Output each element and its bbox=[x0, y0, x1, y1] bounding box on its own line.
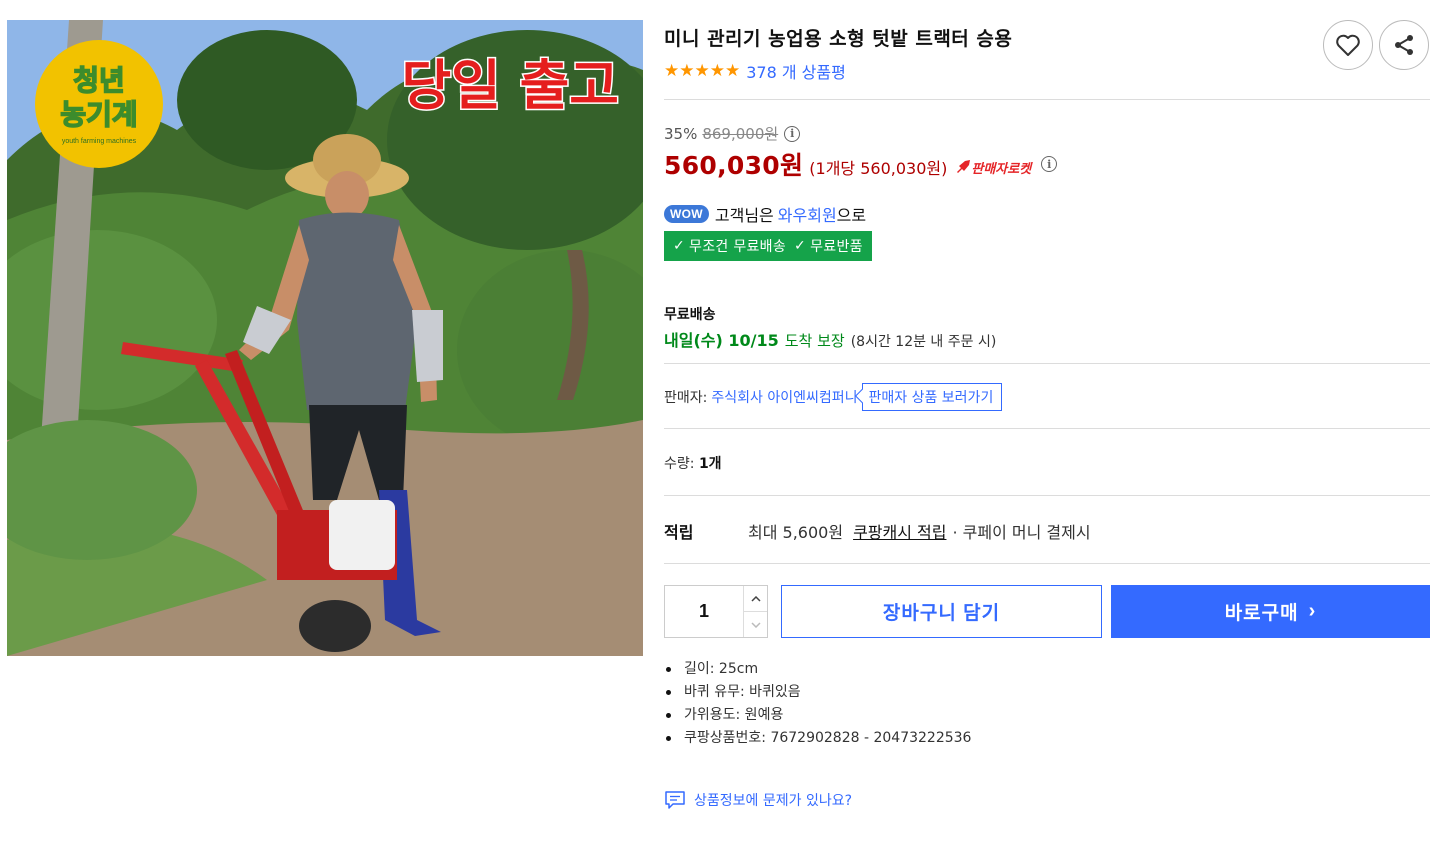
star-rating: ★ ★ ★ ★ ★ bbox=[664, 61, 740, 81]
chevron-right-icon: › bbox=[1308, 600, 1317, 622]
points-max: 최대 5,600원 bbox=[748, 523, 844, 542]
sale-price: 560,030원 bbox=[664, 151, 804, 180]
heart-icon bbox=[1336, 34, 1360, 56]
wow-member-label: 와우회원 bbox=[777, 206, 837, 225]
star-icon: ★ bbox=[725, 61, 741, 81]
star-icon: ★ bbox=[709, 61, 725, 81]
unit-price: (1개당 560,030원) bbox=[809, 159, 948, 178]
price-row: 560,030원 (1개당 560,030원) 판매자로켓 i bbox=[664, 146, 1058, 182]
wow-membership-row: WOW 고객님은 와우회원 으로 bbox=[664, 202, 866, 226]
product-image[interactable]: 청년 농기계 youth farming machines 당일 출고 bbox=[7, 20, 643, 656]
arrival-date: 내일(수) 10/15 bbox=[664, 331, 779, 350]
quantity-label: 수량: bbox=[664, 456, 695, 472]
info-icon[interactable]: i bbox=[784, 125, 801, 142]
report-label: 상품정보에 문제가 있나요? bbox=[694, 793, 853, 809]
free-shipping-benefit: 무조건 무료배송 bbox=[689, 239, 787, 255]
quantity-row: 수량: 1개 bbox=[664, 453, 722, 473]
wow-text-prefix: 고객님은 bbox=[714, 206, 774, 225]
seller-rocket-label: 판매자로켓 bbox=[971, 161, 1032, 177]
product-photo: 청년 농기계 youth farming machines 당일 출고 bbox=[7, 20, 643, 656]
star-icon: ★ bbox=[679, 61, 695, 81]
badge-line1: 청년 bbox=[73, 64, 125, 97]
seller-products-link[interactable]: 판매자 상품 보러가기 bbox=[861, 383, 1003, 411]
quantity-stepper bbox=[664, 585, 768, 638]
add-to-cart-button[interactable]: 장바구니 담기 bbox=[781, 585, 1102, 638]
discount-row: 35% 869,000원 i bbox=[664, 123, 801, 144]
wow-benefit-banner: ✓ 무조건 무료배송 ✓ 무료반품 bbox=[664, 231, 872, 261]
seller-row: 판매자: 주식회사 아이엔씨컴퍼니 판매자 상품 보러가기 bbox=[664, 383, 1003, 411]
check-icon: ✓ bbox=[794, 238, 807, 254]
points-extra: · 쿠페이 머니 결제시 bbox=[952, 523, 1091, 542]
divider bbox=[664, 99, 1430, 100]
quantity-input[interactable] bbox=[665, 586, 743, 637]
badge-line2: 농기계 bbox=[60, 98, 137, 131]
chevron-down-icon bbox=[750, 621, 761, 628]
rocket-icon bbox=[957, 160, 971, 173]
increase-quantity-button[interactable] bbox=[744, 586, 767, 612]
points-label: 적립 bbox=[664, 523, 694, 542]
seller-rocket-badge: 판매자로켓 bbox=[955, 158, 1031, 177]
attribute-item: 길이: 25cm bbox=[664, 658, 971, 681]
decrease-quantity-button[interactable] bbox=[744, 612, 767, 637]
attribute-item: 가위용도: 원예용 bbox=[664, 704, 971, 727]
reward-points-row: 적립 최대 5,600원 쿠팡캐시 적립 · 쿠페이 머니 결제시 bbox=[664, 519, 1091, 543]
stepper-controls bbox=[743, 586, 767, 637]
chevron-up-icon bbox=[750, 595, 761, 602]
wow-text-suffix: 으로 bbox=[836, 206, 867, 225]
review-count-link[interactable]: 378 개 상품평 bbox=[746, 59, 846, 83]
report-product-info-link[interactable]: 상품정보에 문제가 있나요? bbox=[664, 790, 852, 810]
coupang-cash-link[interactable]: 쿠팡캐시 적립 bbox=[853, 519, 946, 543]
divider bbox=[664, 363, 1430, 364]
share-button[interactable] bbox=[1379, 20, 1429, 70]
discount-rate: 35% bbox=[664, 124, 698, 143]
divider bbox=[664, 495, 1430, 496]
order-cutoff: (8시간 12분 내 주문 시) bbox=[850, 334, 997, 350]
star-icon: ★ bbox=[664, 61, 680, 81]
arrival-guarantee: 도착 보장 bbox=[784, 332, 845, 350]
message-icon bbox=[665, 791, 685, 809]
share-icon bbox=[1395, 35, 1413, 55]
original-price: 869,000원 bbox=[702, 125, 779, 143]
divider bbox=[664, 428, 1430, 429]
delivery-row: 내일(수) 10/15 도착 보장 (8시간 12분 내 주문 시) bbox=[664, 327, 996, 351]
quantity-value: 1개 bbox=[698, 456, 722, 472]
wishlist-button[interactable] bbox=[1323, 20, 1373, 70]
star-icon: ★ bbox=[694, 61, 710, 81]
product-title: 미니 관리기 농업용 소형 텃밭 트랙터 승용 bbox=[664, 28, 1013, 50]
seller-label: 판매자: bbox=[664, 390, 708, 406]
divider bbox=[664, 563, 1430, 564]
attribute-item: 쿠팡상품번호: 7672902828 - 20473222536 bbox=[664, 727, 971, 750]
image-headline: 당일 출고 bbox=[401, 54, 619, 117]
badge-sub: youth farming machines bbox=[62, 138, 137, 145]
free-return-benefit: 무료반품 bbox=[810, 239, 863, 255]
wow-badge: WOW bbox=[664, 205, 709, 223]
product-attributes: 길이: 25cm 바퀴 유무: 바퀴있음 가위용도: 원예용 쿠팡상품번호: 7… bbox=[664, 658, 971, 750]
buy-now-button[interactable]: 바로구매 › bbox=[1111, 585, 1430, 638]
info-icon[interactable]: i bbox=[1041, 156, 1058, 172]
buy-now-label: 바로구매 bbox=[1224, 603, 1299, 624]
rating[interactable]: ★ ★ ★ ★ ★ 378 개 상품평 bbox=[664, 59, 846, 83]
shipping-label: 무료배송 bbox=[664, 307, 716, 323]
seller-name-link[interactable]: 주식회사 아이엔씨컴퍼니 bbox=[711, 387, 857, 407]
check-icon: ✓ bbox=[673, 238, 686, 254]
product-info-panel: 미니 관리기 농업용 소형 텃밭 트랙터 승용 ★ ★ ★ ★ ★ 378 개 … bbox=[664, 0, 1430, 842]
attribute-item: 바퀴 유무: 바퀴있음 bbox=[664, 681, 971, 704]
